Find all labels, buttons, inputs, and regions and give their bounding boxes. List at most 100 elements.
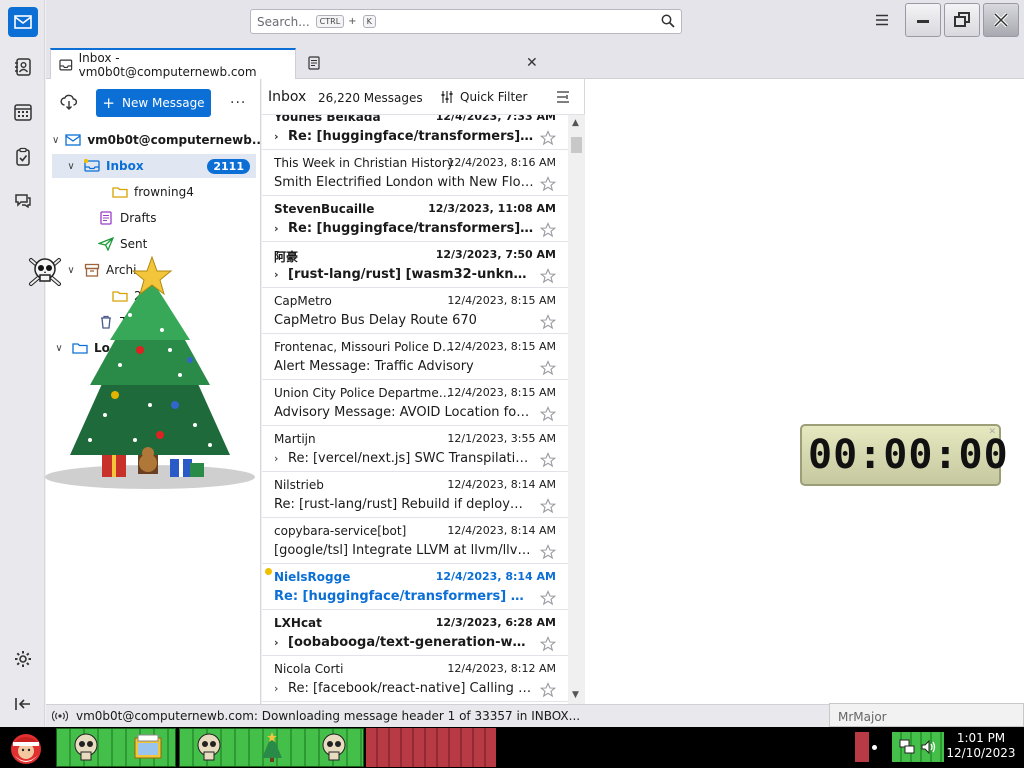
message-row[interactable]: Younes Belkada 12/4/2023, 7:33 AM › Re: [hu… bbox=[262, 115, 568, 150]
scroll-down-icon[interactable]: ▼ bbox=[572, 690, 579, 700]
message-row[interactable]: CapMetro 12/4/2023, 8:15 AM CapMetro Bus D… bbox=[262, 288, 568, 334]
star-icon[interactable] bbox=[540, 360, 556, 376]
global-search-input[interactable]: Search... CTRL + K bbox=[250, 9, 682, 34]
message-sender: NielsRogge bbox=[274, 570, 351, 584]
message-row[interactable]: copybara-service[bot] 12/4/2023, 8:14 AM [… bbox=[262, 518, 568, 564]
tab-close-icon[interactable]: ✕ bbox=[526, 55, 538, 71]
message-row[interactable]: 阿豪 12/3/2023, 7:50 AM › [rust-lang/rust] [w… bbox=[262, 242, 568, 288]
star-icon[interactable] bbox=[540, 314, 556, 330]
message-sender: 阿豪 bbox=[274, 250, 299, 264]
star-icon[interactable] bbox=[540, 268, 556, 284]
tab-inbox[interactable]: Inbox - vm0b0t@computernewb.com bbox=[50, 48, 296, 79]
desktop-clock-widget[interactable]: 00:00:00 ✕ bbox=[800, 424, 1008, 486]
message-list-scrollbar[interactable]: ▲ ▼ bbox=[568, 115, 585, 704]
message-subject-line: ›[rust-lang/rust] [wasm32-unknown-e... bbox=[274, 267, 534, 282]
folder-sent[interactable]: Sent bbox=[52, 232, 256, 256]
skull-icon bbox=[74, 733, 98, 761]
plus-icon: + bbox=[102, 94, 115, 112]
star-icon[interactable] bbox=[540, 452, 556, 468]
thread-expand-icon[interactable]: › bbox=[274, 682, 288, 695]
star-icon[interactable] bbox=[540, 222, 556, 238]
chevron-down-icon[interactable]: ∨ bbox=[52, 135, 59, 146]
chat-button[interactable] bbox=[8, 186, 38, 216]
get-messages-icon[interactable] bbox=[60, 93, 78, 111]
star-icon[interactable] bbox=[540, 544, 556, 560]
folder-pane-more-button[interactable]: ... bbox=[230, 91, 246, 107]
network-icon[interactable] bbox=[898, 738, 916, 756]
message-row[interactable]: LXHcat 12/3/2023, 6:28 AM › [oobabooga/text… bbox=[262, 610, 568, 656]
settings-button[interactable] bbox=[8, 644, 38, 674]
quick-filter-button[interactable]: Quick Filter bbox=[440, 90, 527, 104]
message-row[interactable]: Martijn 12/1/2023, 3:55 AM › Re: [vercel/ne… bbox=[262, 426, 568, 472]
new-message-label: New Message bbox=[121, 96, 205, 110]
filter-icon bbox=[441, 91, 453, 103]
message-subject-line: ›[oobabooga/text-generation-webui] [... bbox=[274, 635, 534, 650]
thread-expand-icon[interactable]: › bbox=[274, 636, 288, 649]
message-subject: Smith Electrified London with New Flood … bbox=[274, 175, 534, 190]
scroll-thumb[interactable] bbox=[571, 137, 582, 153]
mrmajor-window[interactable]: MrMajor bbox=[829, 703, 1024, 727]
mrmajor-label: MrMajor bbox=[838, 710, 887, 724]
volume-icon[interactable] bbox=[920, 738, 938, 756]
message-row[interactable]: Nicola Corti 12/4/2023, 8:12 AM › Re: [face… bbox=[262, 656, 568, 702]
message-row[interactable]: Union City Police Department, ... 12/4/20… bbox=[262, 380, 568, 426]
thread-expand-icon[interactable]: › bbox=[274, 452, 288, 465]
star-icon[interactable] bbox=[540, 590, 556, 606]
calendar-button[interactable] bbox=[8, 97, 38, 127]
folder-frowning4[interactable]: frowning4 bbox=[52, 180, 256, 204]
message-date: 12/4/2023, 8:14 AM bbox=[447, 524, 556, 537]
restore-button[interactable] bbox=[944, 3, 980, 37]
message-sender: Union City Police Department, ... bbox=[274, 386, 454, 400]
gear-icon bbox=[15, 651, 31, 667]
star-icon[interactable] bbox=[540, 682, 556, 698]
message-sender: StevenBucaille bbox=[274, 202, 375, 216]
search-icon[interactable] bbox=[661, 14, 675, 28]
scroll-up-icon[interactable]: ▲ bbox=[572, 118, 579, 128]
mail-space-button[interactable] bbox=[8, 7, 38, 37]
thread-expand-icon[interactable]: › bbox=[274, 130, 288, 143]
thread-expand-icon[interactable]: › bbox=[274, 268, 288, 281]
clock-close-icon[interactable]: ✕ bbox=[988, 427, 996, 437]
folder-inbox[interactable]: ∨ Inbox 2111 bbox=[52, 154, 256, 178]
message-subject: Re: [facebook/react-native] Calling Appe… bbox=[288, 681, 534, 696]
star-icon[interactable] bbox=[540, 130, 556, 146]
system-tray[interactable] bbox=[892, 732, 944, 762]
message-subject: [rust-lang/rust] [wasm32-unknown-e... bbox=[288, 267, 534, 282]
message-date: 12/3/2023, 7:50 AM bbox=[435, 248, 556, 261]
collapse-spaces-button[interactable] bbox=[8, 689, 38, 719]
chevron-down-icon[interactable]: ∨ bbox=[64, 161, 78, 172]
star-icon[interactable] bbox=[540, 636, 556, 652]
message-row[interactable]: Frontenac, Missouri Police Depa...12/4/2… bbox=[262, 334, 568, 380]
message-row[interactable]: This Week in Christian History 12/4/2023,… bbox=[262, 150, 568, 196]
tray-clock[interactable]: 1:01 PM 12/10/2023 bbox=[946, 731, 1016, 761]
message-subject-line: ›Re: [huggingface/transformers] Impl... bbox=[274, 221, 534, 236]
thread-expand-icon[interactable]: › bbox=[274, 222, 288, 235]
star-icon[interactable] bbox=[540, 498, 556, 514]
close-window-button[interactable] bbox=[983, 3, 1019, 37]
star-icon[interactable] bbox=[540, 176, 556, 192]
message-subject-line: Alert Message: Traffic Advisory bbox=[274, 359, 534, 374]
taskbar-button-3[interactable] bbox=[366, 728, 496, 767]
message-row[interactable]: NielsRogge 12/4/2023, 8:14 AM Re: [hugging… bbox=[262, 564, 568, 610]
tasks-icon bbox=[16, 147, 30, 166]
minimize-button[interactable] bbox=[905, 3, 941, 37]
message-tab-icon[interactable] bbox=[308, 56, 320, 70]
tasks-button[interactable] bbox=[8, 142, 38, 172]
message-row[interactable]: Nilstrieb 12/4/2023, 8:14 AM Re: [rust-lan… bbox=[262, 472, 568, 518]
message-subject: Re: [huggingface/transformers] Make i... bbox=[274, 589, 534, 604]
santa-start-button-icon[interactable] bbox=[6, 729, 46, 766]
online-status-icon[interactable] bbox=[52, 709, 68, 723]
message-date: 12/4/2023, 8:15 AM bbox=[447, 294, 556, 307]
message-row[interactable]: StevenBucaille 12/3/2023, 11:08 AM › Re: [h… bbox=[262, 196, 568, 242]
folder-drafts[interactable]: Drafts bbox=[52, 206, 256, 230]
new-message-button[interactable]: + New Message bbox=[96, 89, 211, 117]
address-book-button[interactable] bbox=[8, 52, 38, 82]
app-menu-icon[interactable] bbox=[876, 14, 888, 26]
message-subject-line: Smith Electrified London with New Flood … bbox=[274, 175, 534, 190]
account-row[interactable]: ∨ vm0b0t@computernewb... bbox=[52, 128, 266, 152]
message-subject-line: ›Re: [facebook/react-native] Calling App… bbox=[274, 681, 534, 696]
list-options-icon[interactable] bbox=[556, 90, 570, 104]
tray-indicator[interactable] bbox=[855, 732, 869, 762]
message-list-header: Inbox 26,220 Messages Quick Filter bbox=[262, 79, 585, 115]
star-icon[interactable] bbox=[540, 406, 556, 422]
